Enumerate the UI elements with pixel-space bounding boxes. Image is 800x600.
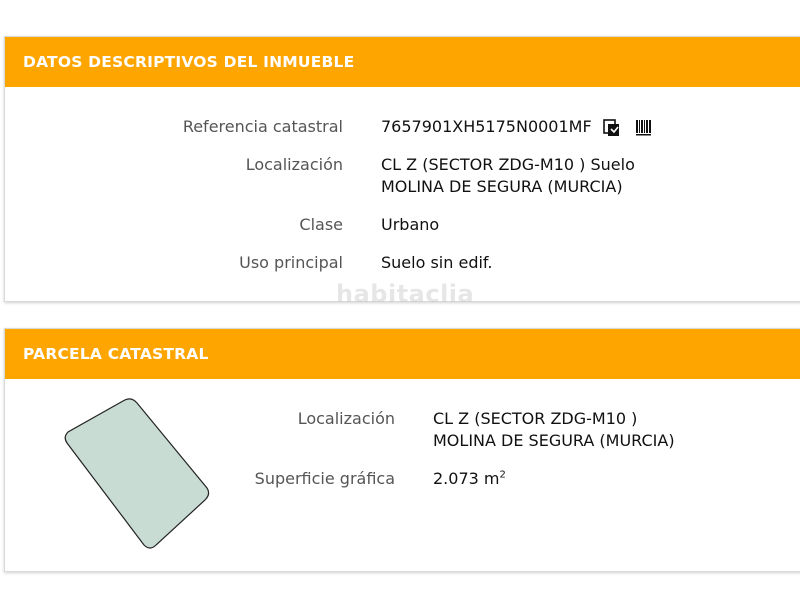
superficie-unit-exponent: 2 [499,469,506,481]
uso-principal-label: Uso principal [239,253,343,272]
uso-principal-value: Suelo sin edif. [381,253,493,272]
barcode-icon[interactable] [635,119,653,137]
parcela-localizacion-value: CL Z (SECTOR ZDG-M10 ) MOLINA DE SEGURA … [433,409,675,453]
superficie-value-row: 2.073 m2 [433,469,506,488]
copy-icon[interactable] [602,118,621,137]
clase-value: Urbano [381,215,440,234]
referencia-label: Referencia catastral [182,117,343,136]
localizacion-line2: MOLINA DE SEGURA (MURCIA) [381,177,623,196]
superficie-value: 2.073 m [433,469,500,488]
datos-descriptivos-panel: DATOS DESCRIPTIVOS DEL INMUEBLE Referenc… [4,36,800,302]
watermark: habitaclia [336,280,475,308]
clase-label: Clase [299,215,343,234]
referencia-value-row: 7657901XH5175N0001MF [381,117,653,137]
referencia-value: 7657901XH5175N0001MF [381,117,592,136]
parcela-localizacion-label: Localización [297,409,395,428]
localizacion-label: Localización [245,155,343,174]
localizacion-value: CL Z (SECTOR ZDG-M10 ) Suelo MOLINA DE S… [381,155,635,199]
parcela-localizacion-line1: CL Z (SECTOR ZDG-M10 ) [433,409,638,428]
parcela-catastral-header: PARCELA CATASTRAL [5,329,800,379]
datos-descriptivos-header: DATOS DESCRIPTIVOS DEL INMUEBLE [5,37,800,87]
parcela-localizacion-line2: MOLINA DE SEGURA (MURCIA) [433,431,675,450]
localizacion-line1: CL Z (SECTOR ZDG-M10 ) Suelo [381,155,635,174]
superficie-label: Superficie gráfica [254,469,395,488]
parcela-catastral-panel: PARCELA CATASTRAL Localización CL Z (SEC… [4,328,800,572]
